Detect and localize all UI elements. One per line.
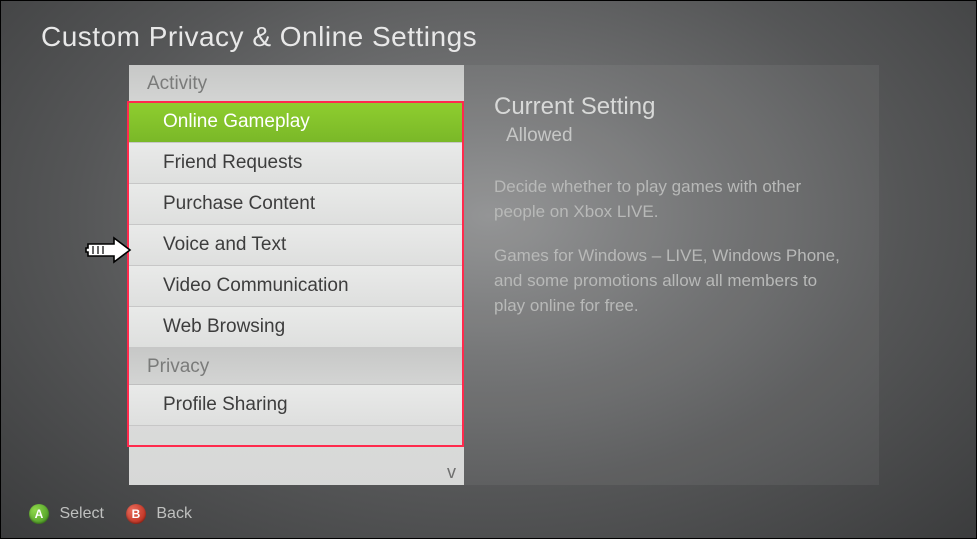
current-setting-desc-1: Decide whether to play games with other …: [494, 175, 851, 224]
panels-container: Activity Online Gameplay Friend Requests…: [129, 65, 879, 485]
section-header-privacy: Privacy: [129, 348, 464, 385]
settings-list-panel: Activity Online Gameplay Friend Requests…: [129, 65, 464, 485]
item-online-gameplay[interactable]: Online Gameplay: [129, 102, 464, 143]
b-button-icon: B: [126, 504, 146, 524]
hint-back: B Back: [126, 504, 192, 524]
hint-select-label: Select: [59, 505, 103, 522]
hint-select: A Select: [29, 504, 104, 524]
item-voice-and-text[interactable]: Voice and Text: [129, 225, 464, 266]
settings-screen: Custom Privacy & Online Settings Activit…: [0, 0, 977, 539]
current-setting-desc-2: Games for Windows – LIVE, Windows Phone,…: [494, 244, 851, 318]
page-title: Custom Privacy & Online Settings: [41, 21, 477, 53]
item-profile-sharing[interactable]: Profile Sharing: [129, 385, 464, 426]
scroll-down-icon[interactable]: v: [447, 462, 456, 483]
item-purchase-content[interactable]: Purchase Content: [129, 184, 464, 225]
a-button-icon: A: [29, 504, 49, 524]
footer-hints: A Select B Back: [29, 504, 192, 524]
section-header-activity: Activity: [129, 65, 464, 102]
current-setting-value: Allowed: [506, 125, 851, 147]
detail-panel: Current Setting Allowed Decide whether t…: [464, 65, 879, 485]
item-web-browsing[interactable]: Web Browsing: [129, 307, 464, 348]
pointer-hand-icon: [84, 230, 132, 270]
item-video-communication[interactable]: Video Communication: [129, 266, 464, 307]
hint-back-label: Back: [156, 505, 192, 522]
current-setting-title: Current Setting: [494, 93, 851, 121]
item-friend-requests[interactable]: Friend Requests: [129, 143, 464, 184]
